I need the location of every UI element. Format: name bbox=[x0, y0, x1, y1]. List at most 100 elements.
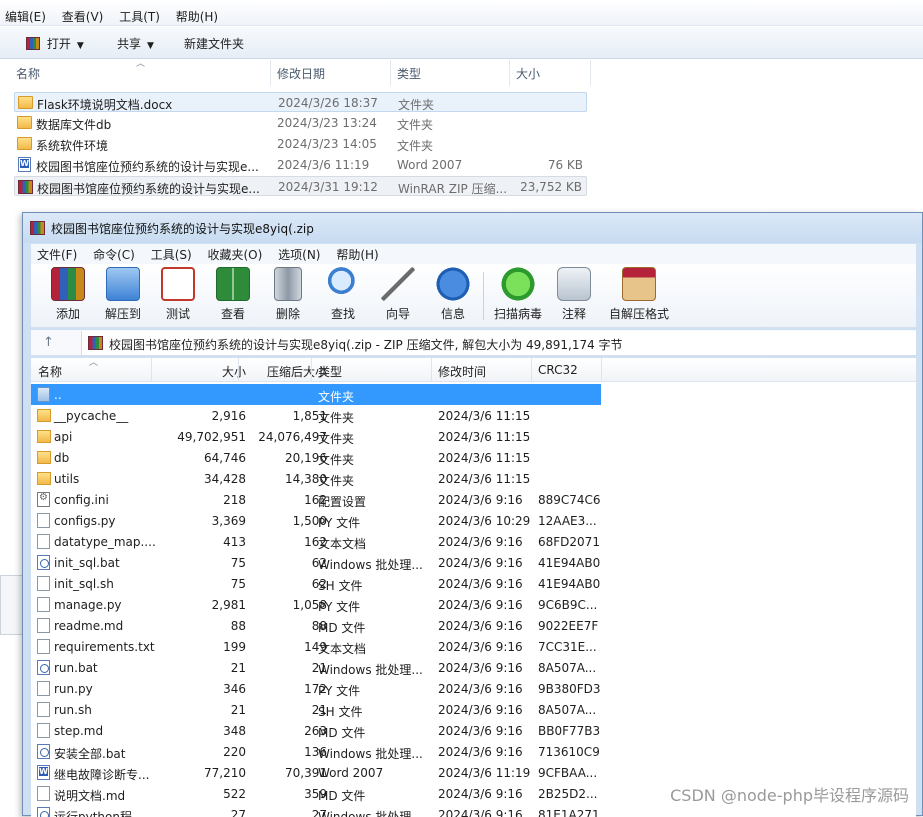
scan-virus-button[interactable]: 扫描病毒 bbox=[490, 267, 546, 322]
column-crc[interactable]: CRC32 bbox=[538, 363, 578, 377]
menu-view[interactable]: 查看(V) bbox=[57, 4, 111, 25]
column-modified[interactable]: 修改时间 bbox=[438, 363, 486, 380]
menu-commands[interactable]: 命令(C) bbox=[87, 244, 141, 263]
new-folder-button[interactable]: 新建文件夹 bbox=[184, 35, 244, 52]
menu-tools[interactable]: 工具(S) bbox=[145, 244, 198, 263]
column-divider[interactable] bbox=[270, 60, 271, 86]
column-divider[interactable] bbox=[590, 60, 591, 86]
menu-tools[interactable]: 工具(T) bbox=[114, 4, 167, 25]
table-row[interactable]: 继电故障诊断专...77,21070,391Word 20072024/3/6 … bbox=[31, 762, 916, 783]
tool-label: 信息 bbox=[425, 305, 481, 322]
table-row[interactable]: run.bat2121Windows 批处理...2024/3/6 9:168A… bbox=[31, 657, 916, 678]
comment-icon bbox=[557, 267, 591, 301]
cell-crc: 9C6B9C... bbox=[538, 598, 597, 612]
cell-type: Windows 批处理... bbox=[318, 556, 423, 573]
menu-edit[interactable]: 编辑(E) bbox=[0, 4, 53, 25]
file-row[interactable]: Flask环境说明文档.docx 2024/3/26 18:37 文件夹 bbox=[14, 92, 587, 112]
file-modified: 2024/3/26 18:37 bbox=[278, 96, 378, 110]
cell-size: 21 bbox=[231, 661, 246, 675]
column-type[interactable]: 类型 bbox=[318, 363, 342, 380]
column-divider[interactable] bbox=[601, 358, 602, 382]
table-row[interactable]: run.py346172PY 文件2024/3/6 9:169B380FD3 bbox=[31, 678, 916, 699]
cell-type: SH 文件 bbox=[318, 577, 362, 594]
column-divider[interactable] bbox=[311, 358, 312, 382]
magnifier-icon bbox=[326, 267, 360, 301]
column-divider[interactable] bbox=[531, 358, 532, 382]
wizard-button[interactable]: 向导 bbox=[370, 267, 426, 322]
table-row[interactable]: api49,702,95124,076,497文件夹2024/3/6 11:15 bbox=[31, 426, 916, 447]
path-field[interactable]: 校园图书馆座位预约系统的设计与实现e8yiq(.zip - ZIP 压缩文件, … bbox=[81, 331, 916, 355]
column-divider[interactable] bbox=[238, 358, 239, 382]
table-row[interactable]: db64,74620,196文件夹2024/3/6 11:15 bbox=[31, 447, 916, 468]
extract-to-button[interactable]: 解压到 bbox=[95, 267, 151, 322]
column-name[interactable]: 名称 bbox=[16, 65, 40, 82]
column-divider[interactable] bbox=[151, 358, 152, 382]
menu-help[interactable]: 帮助(H) bbox=[330, 244, 384, 263]
table-row[interactable]: readme.md8888MD 文件2024/3/6 9:169022EE7F bbox=[31, 615, 916, 636]
column-divider[interactable] bbox=[431, 358, 432, 382]
cell-modified: 2024/3/6 9:16 bbox=[438, 556, 523, 570]
table-row[interactable]: init_sql.sh7562SH 文件2024/3/6 9:1641E94AB… bbox=[31, 573, 916, 594]
table-row[interactable]: utils34,42814,380文件夹2024/3/6 11:15 bbox=[31, 468, 916, 489]
comment-button[interactable]: 注释 bbox=[546, 267, 602, 322]
cell-modified: 2024/3/6 9:16 bbox=[438, 787, 523, 801]
table-row[interactable]: __pycache__2,9161,851文件夹2024/3/6 11:15 bbox=[31, 405, 916, 426]
cell-type: 文件夹 bbox=[318, 409, 354, 426]
table-row[interactable]: step.md348263MD 文件2024/3/6 9:16BB0F77B3 bbox=[31, 720, 916, 741]
table-row[interactable]: ..文件夹 bbox=[31, 384, 916, 405]
virus-scan-icon bbox=[501, 267, 535, 301]
file-row[interactable]: 系统软件环境 2024/3/23 14:05 文件夹 bbox=[14, 134, 587, 154]
file-row[interactable]: 校园图书馆座位预约系统的设计与实现e... 2024/3/31 19:12 Wi… bbox=[14, 176, 587, 196]
cell-size: 77,210 bbox=[204, 766, 246, 780]
cell-modified: 2024/3/6 9:16 bbox=[438, 703, 523, 717]
column-divider[interactable] bbox=[390, 60, 391, 86]
cell-name: utils bbox=[54, 472, 79, 486]
cell-type: 文件夹 bbox=[318, 472, 354, 489]
self-extract-icon bbox=[622, 267, 656, 301]
find-button[interactable]: 查找 bbox=[315, 267, 371, 322]
cell-type: 文件夹 bbox=[318, 451, 354, 468]
cell-crc: 7CC31E... bbox=[538, 640, 597, 654]
cell-crc: 2B25D2... bbox=[538, 787, 597, 801]
table-row[interactable]: configs.py3,3691,500PY 文件2024/3/6 10:291… bbox=[31, 510, 916, 531]
delete-button[interactable]: 删除 bbox=[260, 267, 316, 322]
table-row[interactable]: 安装全部.bat220136Windows 批处理...2024/3/6 9:1… bbox=[31, 741, 916, 762]
table-row[interactable]: requirements.txt199149文本文档2024/3/6 9:167… bbox=[31, 636, 916, 657]
add-button[interactable]: 添加 bbox=[40, 267, 96, 322]
cell-size: 2,916 bbox=[212, 409, 246, 423]
open-button[interactable]: 打开▼ bbox=[26, 35, 84, 52]
file-row[interactable]: 数据库文件db 2024/3/23 13:24 文件夹 bbox=[14, 113, 587, 133]
test-button[interactable]: 测试 bbox=[150, 267, 206, 322]
menu-options[interactable]: 选项(N) bbox=[272, 244, 326, 263]
file-row[interactable]: 校园图书馆座位预约系统的设计与实现e... 2024/3/6 11:19 Wor… bbox=[14, 155, 587, 175]
table-row[interactable]: datatype_map....413162文本文档2024/3/6 9:166… bbox=[31, 531, 916, 552]
sfx-button[interactable]: 自解压格式 bbox=[606, 267, 672, 322]
explorer-menubar: 编辑(E) 查看(V) 工具(T) 帮助(H) bbox=[0, 4, 923, 26]
cell-crc: 8A507A... bbox=[538, 703, 596, 717]
table-row[interactable]: run.sh2121SH 文件2024/3/6 9:168A507A... bbox=[31, 699, 916, 720]
column-name[interactable]: 名称 bbox=[38, 363, 62, 380]
word-doc-icon bbox=[37, 765, 50, 780]
column-modified[interactable]: 修改日期 bbox=[277, 65, 325, 82]
view-button[interactable]: 查看 bbox=[205, 267, 261, 322]
column-size[interactable]: 大小 bbox=[516, 65, 540, 82]
menu-file[interactable]: 文件(F) bbox=[31, 244, 83, 263]
cell-size: 49,702,951 bbox=[177, 430, 246, 444]
text-file-icon bbox=[37, 576, 50, 591]
column-type[interactable]: 类型 bbox=[397, 65, 421, 82]
menu-help[interactable]: 帮助(H) bbox=[171, 4, 225, 25]
winrar-titlebar[interactable]: 校园图书馆座位预约系统的设计与实现e8yiq(.zip bbox=[23, 213, 922, 243]
table-row[interactable]: init_sql.bat7562Windows 批处理...2024/3/6 9… bbox=[31, 552, 916, 573]
cell-modified: 2024/3/6 11:15 bbox=[438, 451, 530, 465]
share-button[interactable]: 共享▼ bbox=[117, 35, 154, 52]
menu-favorites[interactable]: 收藏夹(O) bbox=[202, 244, 269, 263]
settings-file-icon bbox=[37, 492, 50, 507]
cell-crc: 8A507A... bbox=[538, 661, 596, 675]
table-row[interactable]: config.ini218162配置设置2024/3/6 9:16889C74C… bbox=[31, 489, 916, 510]
table-row[interactable]: manage.py2,9811,058PY 文件2024/3/6 9:169C6… bbox=[31, 594, 916, 615]
column-divider[interactable] bbox=[509, 60, 510, 86]
info-button[interactable]: 信息 bbox=[425, 267, 481, 322]
column-size[interactable]: 大小 bbox=[222, 363, 246, 380]
text-file-icon bbox=[37, 534, 50, 549]
up-arrow-icon[interactable]: ↑ bbox=[43, 335, 54, 350]
